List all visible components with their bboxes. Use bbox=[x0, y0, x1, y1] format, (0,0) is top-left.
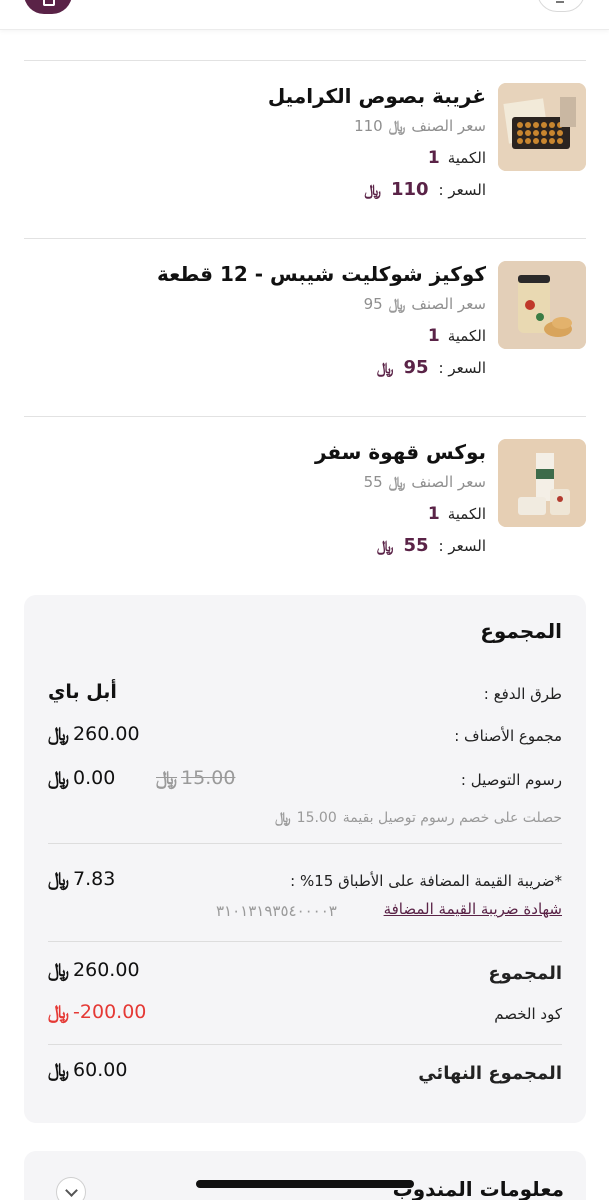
order-item: بوكس قهوة سفر سعر الصنف ﷼ 55 الكمية 1 ال… bbox=[24, 416, 586, 594]
riyal-icon: ﷼ bbox=[48, 723, 70, 745]
unit-price: سعر الصنف ﷼ 95 bbox=[157, 291, 486, 317]
minus-icon bbox=[556, 1, 564, 3]
payment-method-value: أبل باي bbox=[48, 681, 117, 703]
cart-button[interactable] bbox=[24, 0, 72, 14]
delivery-discount-note: حصلت على خصم رسوم توصيل بقيمة 15.00 ﷼ bbox=[275, 810, 562, 826]
line-price: السعر : 55 ﷼ bbox=[315, 533, 486, 559]
product-name: غريبة بصوص الكراميل bbox=[267, 84, 486, 108]
unit-price: سعر الصنف ﷼ 55 bbox=[315, 469, 486, 495]
unit-price: سعر الصنف ﷼ 110 bbox=[268, 113, 486, 139]
product-image bbox=[498, 439, 586, 527]
agent-info-card[interactable]: معلومات المندوب bbox=[24, 1151, 586, 1200]
product-image bbox=[498, 83, 586, 171]
delivery-original-price: 15.00 ﷼ bbox=[156, 767, 236, 789]
total-row: المجموع 260.00 ﷼ bbox=[48, 959, 562, 984]
riyal-icon: ﷼ bbox=[48, 868, 70, 890]
riyal-icon: ﷼ bbox=[388, 117, 407, 135]
quantity: الكمية 1 bbox=[427, 326, 486, 346]
summary-title: المجموع bbox=[480, 619, 562, 643]
quantity: الكمية 1 bbox=[427, 504, 486, 524]
order-item: غريبة بصوص الكراميل سعر الصنف ﷼ 110 الكم… bbox=[24, 60, 586, 238]
vat-row: *ضريبة القيمة المضافة على الأطباق 15% : … bbox=[48, 868, 562, 890]
final-total-row: المجموع النهائي 60.00 ﷼ bbox=[48, 1059, 562, 1084]
delivery-fee-row: رسوم التوصيل : 15.00 ﷼ 0.00 ﷼ bbox=[48, 767, 562, 789]
top-bar bbox=[0, 0, 609, 30]
items-total-row: مجموع الأصناف : 260.00 ﷼ bbox=[48, 723, 562, 745]
vat-certificate-link[interactable]: شهادة ضريبة القيمة المضافة bbox=[384, 900, 562, 918]
riyal-icon: ﷼ bbox=[388, 295, 407, 313]
riyal-icon: ﷼ bbox=[48, 959, 70, 981]
divider bbox=[48, 941, 562, 942]
divider bbox=[48, 843, 562, 844]
order-summary-card: المجموع طرق الدفع : أبل باي مجموع الأصنا… bbox=[24, 595, 586, 1123]
vat-number: ٣١٠١٣١٩٣٥٤٠٠٠٠٣ bbox=[216, 902, 337, 920]
product-image bbox=[498, 261, 586, 349]
riyal-icon: ﷼ bbox=[376, 537, 395, 555]
product-name: كوكيز شوكليت شيبس - 12 قطعة bbox=[157, 262, 486, 286]
riyal-icon: ﷼ bbox=[364, 181, 382, 199]
bag-icon bbox=[43, 0, 55, 6]
chevron-down-icon[interactable] bbox=[56, 1177, 86, 1200]
quantity: الكمية 1 bbox=[427, 148, 486, 168]
riyal-icon: ﷼ bbox=[48, 1059, 70, 1081]
payment-method-row: طرق الدفع : أبل باي bbox=[48, 681, 562, 703]
back-button[interactable] bbox=[537, 0, 585, 12]
line-price: السعر : 110 ﷼ bbox=[268, 177, 486, 203]
riyal-icon: ﷼ bbox=[388, 473, 407, 491]
order-item: كوكيز شوكليت شيبس - 12 قطعة سعر الصنف ﷼ … bbox=[24, 238, 586, 416]
home-indicator bbox=[196, 1180, 414, 1188]
divider bbox=[48, 1044, 562, 1045]
riyal-icon: ﷼ bbox=[376, 359, 395, 377]
agent-info-title: معلومات المندوب bbox=[392, 1177, 564, 1200]
riyal-icon: ﷼ bbox=[275, 810, 291, 826]
riyal-icon: ﷼ bbox=[156, 767, 178, 789]
riyal-icon: ﷼ bbox=[48, 1001, 70, 1023]
line-price: السعر : 95 ﷼ bbox=[157, 355, 486, 381]
discount-code-row: كود الخصم 200.00- ﷼ bbox=[48, 1001, 562, 1023]
product-name: بوكس قهوة سفر bbox=[314, 440, 486, 464]
riyal-icon: ﷼ bbox=[48, 767, 70, 789]
